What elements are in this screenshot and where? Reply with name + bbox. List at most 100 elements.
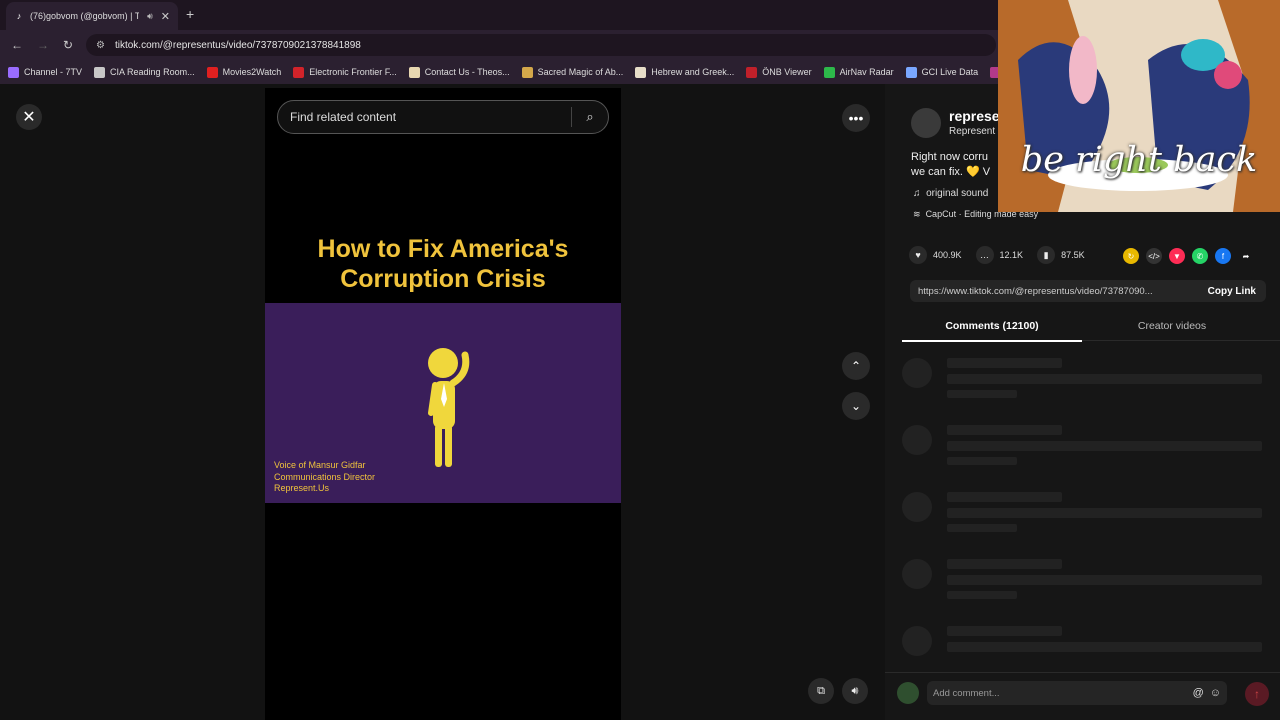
bookmark-label: Electronic Frontier F... [309, 67, 397, 77]
bookmark-favicon-icon [635, 66, 647, 78]
tab-creator-videos[interactable]: Creator videos [1082, 320, 1262, 332]
author-avatar[interactable] [911, 108, 941, 138]
video-caption: Voice of Mansur Gidfar Communications Di… [274, 460, 375, 495]
comment-field[interactable]: Add comment... @ ☺ [927, 681, 1227, 705]
bookmark-label: Sacred Magic of Ab... [537, 67, 624, 77]
comment-skeleton [902, 492, 1262, 548]
bookmark-item[interactable]: ÖNB Viewer [746, 66, 812, 78]
bookmark-item[interactable]: CIA Reading Room... [94, 66, 195, 78]
previous-video-button[interactable]: ⌃ [842, 352, 870, 380]
author-nickname: Represent [949, 126, 996, 137]
mini-player-icon: ⧉ [817, 684, 825, 697]
author-username[interactable]: represe [949, 108, 1000, 124]
bookmark-favicon-icon [521, 66, 533, 78]
video-title: How to Fix America's Corruption Crisis [265, 234, 621, 294]
bookmark-label: Movies2Watch [222, 67, 282, 77]
like-button[interactable]: ♥ 400.9K [909, 246, 962, 264]
bookmark-favicon-icon [293, 66, 305, 78]
speaker-icon[interactable]: 🔊︎ [147, 11, 153, 22]
comment-button[interactable]: … 12.1K [975, 246, 1024, 264]
copy-link-button[interactable]: Copy Link [1198, 286, 1266, 297]
share-link-box: https://www.tiktok.com/@representus/vide… [910, 280, 1266, 302]
user-avatar[interactable] [897, 682, 919, 704]
bookmark-label: ÖNB Viewer [762, 67, 812, 77]
bookmark-item[interactable]: Contact Us - Theos... [408, 66, 510, 78]
like-count: 400.9K [933, 250, 962, 260]
video-animation-panel: Voice of Mansur Gidfar Communications Di… [265, 303, 621, 503]
url-text: tiktok.com/@representus/video/7378709021… [114, 39, 361, 51]
heart-icon: ♥ [909, 246, 927, 264]
comment-count: 12.1K [999, 250, 1024, 260]
url-field[interactable]: ⚙ tiktok.com/@representus/video/73787090… [86, 34, 996, 56]
cartoon-illustration [998, 0, 1280, 212]
save-count: 87.5K [1061, 250, 1085, 260]
next-video-button[interactable]: ⌄ [842, 392, 870, 420]
stream-overlay-cartoon: be right back [998, 0, 1280, 212]
back-icon[interactable]: ← [11, 38, 23, 52]
reload-icon[interactable]: ↻ [63, 38, 73, 52]
bookmark-favicon-icon [94, 66, 106, 78]
bookmark-item[interactable]: Electronic Frontier F... [293, 66, 397, 78]
emoji-icon[interactable]: ☺ [1210, 687, 1221, 699]
bookmark-item[interactable]: Sacred Magic of Ab... [521, 66, 624, 78]
embed-icon[interactable]: </> [1146, 248, 1162, 264]
forward-icon[interactable]: → [37, 38, 49, 52]
repost-icon[interactable]: ↻ [1123, 248, 1139, 264]
bookmark-favicon-icon [8, 66, 19, 78]
more-options-button[interactable]: ••• [842, 104, 870, 132]
search-input[interactable]: Find related content [290, 110, 571, 124]
volume-button[interactable]: 🔊︎ [842, 678, 868, 704]
comment-skeleton [902, 358, 1262, 414]
whatsapp-icon[interactable]: ✆ [1192, 248, 1208, 264]
bookmark-icon: ▮ [1037, 246, 1056, 264]
search-bar[interactable]: Find related content ⌕ [277, 100, 609, 134]
tab-comments[interactable]: Comments (12100) [902, 320, 1082, 332]
mention-icon[interactable]: @ [1193, 687, 1204, 699]
site-info-icon[interactable]: ⚙ [96, 40, 105, 51]
mini-player-button[interactable]: ⧉ [808, 678, 834, 704]
video-player[interactable]: Find related content ⌕ How to Fix Americ… [265, 88, 621, 720]
bookmark-item[interactable]: Movies2Watch [206, 66, 282, 78]
volume-icon: 🔊︎ [851, 684, 859, 697]
caption-line2: Communications Director [274, 471, 376, 482]
close-tab-icon[interactable]: ✕ [161, 10, 170, 23]
bookmark-label: Hebrew and Greek... [651, 67, 735, 77]
share-arrow-icon[interactable]: ➦ [1238, 248, 1254, 264]
bookmark-item[interactable]: AirNav Radar [823, 66, 894, 78]
send-icon[interactable]: ▼ [1169, 248, 1185, 264]
comment-input[interactable]: Add comment... [933, 688, 1193, 699]
bookmark-label: CIA Reading Room... [110, 67, 195, 77]
comment-skeleton [902, 425, 1262, 481]
bookmark-item[interactable]: Channel - 7TV [8, 66, 82, 78]
more-icon: ••• [848, 110, 864, 126]
search-icon[interactable]: ⌕ [572, 109, 608, 125]
sound-link[interactable]: ♫ original sound [913, 188, 988, 199]
facebook-icon[interactable]: f [1215, 248, 1231, 264]
stick-figure-illustration [428, 348, 470, 467]
chevron-down-icon: ⌄ [850, 399, 862, 413]
bookmark-favicon-icon [823, 66, 835, 78]
save-button[interactable]: ▮ 87.5K [1037, 246, 1085, 264]
bookmark-item[interactable]: GCI Live Data [905, 66, 979, 78]
capcut-icon: ≋ [913, 209, 921, 219]
engagement-stats: ♥ 400.9K … 12.1K ▮ 87.5K [909, 246, 1099, 264]
comment-input-bar: Add comment... @ ☺ ↑ [885, 672, 1280, 720]
bookmark-item[interactable]: Hebrew and Greek... [635, 66, 735, 78]
sound-label: original sound [926, 188, 989, 199]
close-button[interactable]: ✕ [16, 104, 42, 130]
post-comment-button[interactable]: ↑ [1245, 682, 1269, 706]
share-link-text[interactable]: https://www.tiktok.com/@representus/vide… [918, 286, 1198, 297]
bookmark-favicon-icon [905, 66, 917, 78]
active-tab-indicator [902, 340, 1082, 342]
caption-line3: Represent.Us [274, 483, 330, 493]
tiktok-icon: ♪ [16, 11, 22, 21]
browser-tab[interactable]: ♪ (76)gobvom (@gobvom) | T 🔊︎ ✕ [6, 2, 178, 30]
music-note-icon: ♫ [913, 188, 921, 199]
tab-title: (76)gobvom (@gobvom) | T [30, 11, 140, 21]
bookmark-label: Contact Us - Theos... [424, 67, 510, 77]
arrow-up-icon: ↑ [1254, 687, 1260, 701]
bookmark-label: GCI Live Data [921, 67, 979, 77]
chevron-up-icon: ⌃ [850, 359, 862, 373]
details-tabs: Comments (12100) Creator videos [902, 316, 1280, 342]
new-tab-button[interactable]: + [186, 6, 194, 22]
